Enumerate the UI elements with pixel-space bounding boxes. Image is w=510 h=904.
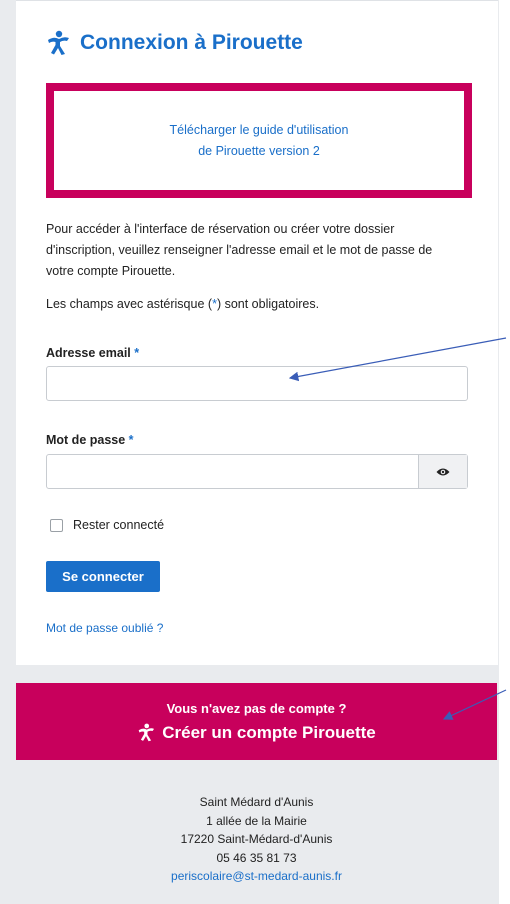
email-label-text: Adresse email [46,346,131,360]
remember-me-label: Rester connecté [73,518,165,532]
password-label: Mot de passe * [46,433,134,447]
password-field[interactable] [46,454,468,489]
required-note-before: Les champs avec astérisque ( [46,297,213,311]
intro-line-2: d'inscription, veuillez renseigner l'adr… [46,243,433,257]
eye-icon [436,468,450,475]
show-password-button[interactable] [418,455,467,488]
password-label-text: Mot de passe [46,433,126,447]
create-account-row: Créer un compte Pirouette [137,723,376,743]
footer-city: 17220 Saint-Médard-d'Aunis [180,832,333,846]
forgot-password-link[interactable]: Mot de passe oublié ? [46,621,163,635]
email-required-star: * [134,346,140,360]
guide-download-link-line2[interactable]: de Pirouette version 2 [198,141,320,162]
footer-email-link[interactable]: periscolaire@st-medard-aunis.fr [16,867,497,886]
required-note-after: ) sont obligatoires. [216,297,320,311]
email-label: Adresse email * [46,346,139,360]
required-fields-note: Les champs avec astérisque (*) sont obli… [46,297,466,311]
password-required-star: * [128,433,134,447]
footer-phone: 05 46 35 81 73 [216,850,297,865]
email-field[interactable] [46,366,468,401]
create-account-label: Créer un compte Pirouette [162,722,376,742]
guide-download-box: Télécharger le guide d'utilisation de Pi… [46,83,472,198]
pirouette-logo-icon [138,723,155,742]
page-title-text: Connexion à Pirouette [80,31,303,54]
page-title: Connexion à Pirouette [46,30,303,56]
create-account-question: Vous n'avez pas de compte ? [166,700,347,716]
right-edge-strip [499,0,510,904]
footer-address: Saint Médard d'Aunis 1 allée de la Mairi… [16,793,497,886]
footer-street: 1 allée de la Mairie [206,813,307,828]
remember-me-checkbox[interactable] [50,518,63,532]
create-account-button[interactable]: Vous n'avez pas de compte ? Créer un com… [16,683,497,760]
guide-download-link-line1[interactable]: Télécharger le guide d'utilisation [170,120,349,141]
footer-name: Saint Médard d'Aunis [199,795,314,809]
intro-line-3: votre compte Pirouette. [46,264,176,278]
intro-text: Pour accéder à l'interface de réservatio… [46,219,466,282]
remember-me[interactable]: Rester connecté [50,518,164,532]
intro-line-1: Pour accéder à l'interface de réservatio… [46,222,395,236]
pirouette-logo-icon [48,30,69,55]
login-button[interactable]: Se connecter [46,561,160,592]
